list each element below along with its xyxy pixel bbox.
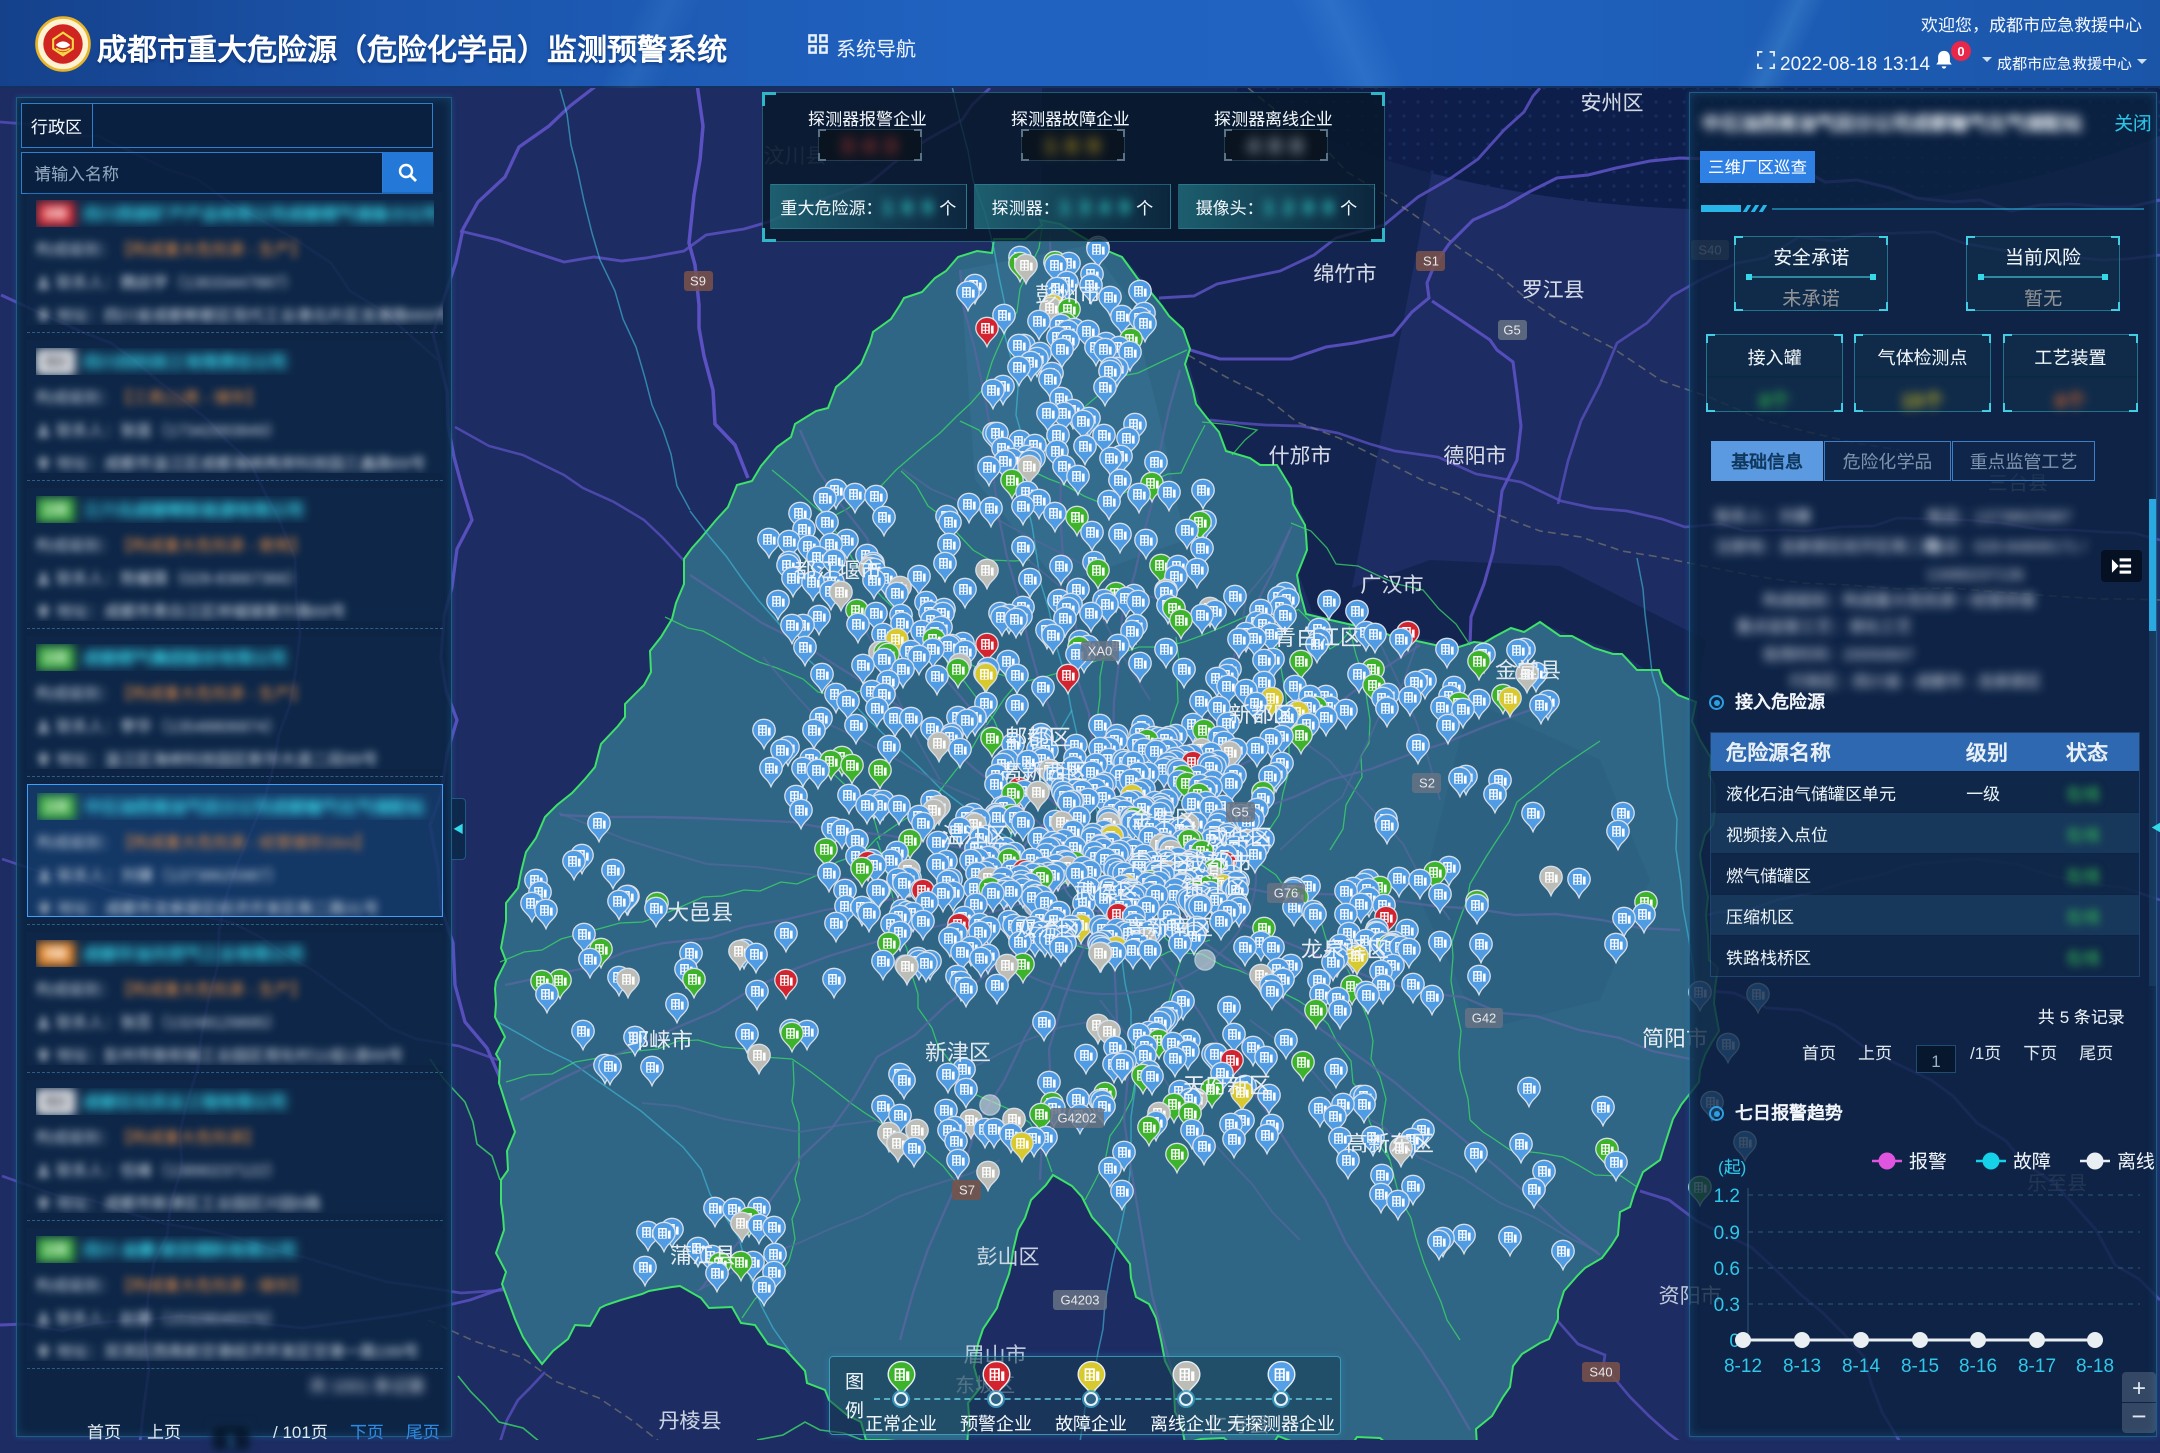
svg-text:XA0: XA0 bbox=[1088, 644, 1113, 659]
svg-text:邛崃市: 邛崃市 bbox=[627, 1023, 693, 1055]
svg-text:都江堰市: 都江堰市 bbox=[794, 553, 882, 585]
svg-text:金堂县: 金堂县 bbox=[1495, 653, 1561, 685]
svg-text:双流区: 双流区 bbox=[1015, 911, 1081, 943]
svg-text:罗江县: 罗江县 bbox=[1522, 274, 1585, 304]
svg-text:S1: S1 bbox=[1423, 254, 1439, 269]
svg-text:新津区: 新津区 bbox=[925, 1035, 991, 1067]
svg-text:锦江区: 锦江区 bbox=[1182, 869, 1248, 901]
svg-text:温江区: 温江区 bbox=[942, 818, 1008, 850]
svg-text:丹棱县: 丹棱县 bbox=[659, 1405, 722, 1435]
svg-text:广汉市: 广汉市 bbox=[1361, 569, 1424, 599]
svg-text:武侯区: 武侯区 bbox=[1074, 874, 1140, 906]
svg-text:8-16: 8-16 bbox=[1959, 1351, 1997, 1378]
svg-text:G5: G5 bbox=[1503, 323, 1520, 338]
svg-text:G4203: G4203 bbox=[1060, 1293, 1099, 1308]
svg-text:G5: G5 bbox=[1231, 805, 1248, 820]
svg-text:蒲江县: 蒲江县 bbox=[670, 1238, 736, 1270]
svg-text:报警: 报警 bbox=[1909, 1147, 1947, 1174]
svg-text:8-18: 8-18 bbox=[2076, 1351, 2114, 1378]
svg-text:1.2: 1.2 bbox=[1714, 1181, 1740, 1208]
svg-text:S40: S40 bbox=[1589, 1365, 1612, 1380]
svg-text:德阳市: 德阳市 bbox=[1444, 440, 1507, 470]
svg-text:高新东区: 高新东区 bbox=[1346, 1126, 1434, 1158]
svg-text:大邑县: 大邑县 bbox=[667, 895, 733, 927]
svg-text:G76: G76 bbox=[1274, 886, 1299, 901]
svg-text:(起): (起) bbox=[1718, 1153, 1746, 1178]
svg-text:郫都区: 郫都区 bbox=[1005, 720, 1071, 752]
svg-text:高新南区: 高新南区 bbox=[1125, 910, 1213, 942]
svg-text:天府新区: 天府新区 bbox=[1183, 1068, 1271, 1100]
svg-text:什邡市: 什邡市 bbox=[1269, 440, 1332, 470]
svg-text:金牛区: 金牛区 bbox=[1131, 801, 1197, 833]
svg-text:彭州市: 彭州市 bbox=[1035, 277, 1101, 309]
svg-text:S2: S2 bbox=[1419, 776, 1435, 791]
svg-text:高新西区: 高新西区 bbox=[1000, 754, 1088, 786]
svg-text:安州区: 安州区 bbox=[1581, 87, 1644, 117]
svg-text:S9: S9 bbox=[690, 274, 706, 289]
svg-text:8-14: 8-14 bbox=[1842, 1351, 1880, 1378]
svg-text:新都区: 新都区 bbox=[1229, 697, 1295, 729]
svg-text:G42: G42 bbox=[1472, 1011, 1497, 1026]
svg-text:龙泉驿区: 龙泉驿区 bbox=[1301, 932, 1389, 964]
svg-text:青白江区: 青白江区 bbox=[1274, 620, 1362, 652]
svg-text:彭山区: 彭山区 bbox=[977, 1241, 1040, 1271]
svg-text:0.9: 0.9 bbox=[1714, 1218, 1740, 1245]
svg-text:8-15: 8-15 bbox=[1901, 1351, 1939, 1378]
svg-text:0.3: 0.3 bbox=[1714, 1290, 1740, 1317]
svg-text:S7: S7 bbox=[959, 1183, 975, 1198]
svg-text:G4202: G4202 bbox=[1057, 1111, 1096, 1126]
svg-text:0.6: 0.6 bbox=[1714, 1254, 1740, 1281]
svg-text:绵竹市: 绵竹市 bbox=[1314, 258, 1377, 288]
svg-text:故障: 故障 bbox=[2013, 1147, 2051, 1174]
svg-text:离线: 离线 bbox=[2117, 1147, 2155, 1174]
svg-text:8-12: 8-12 bbox=[1724, 1351, 1762, 1378]
svg-text:8-17: 8-17 bbox=[2018, 1351, 2056, 1378]
svg-text:8-13: 8-13 bbox=[1783, 1351, 1821, 1378]
